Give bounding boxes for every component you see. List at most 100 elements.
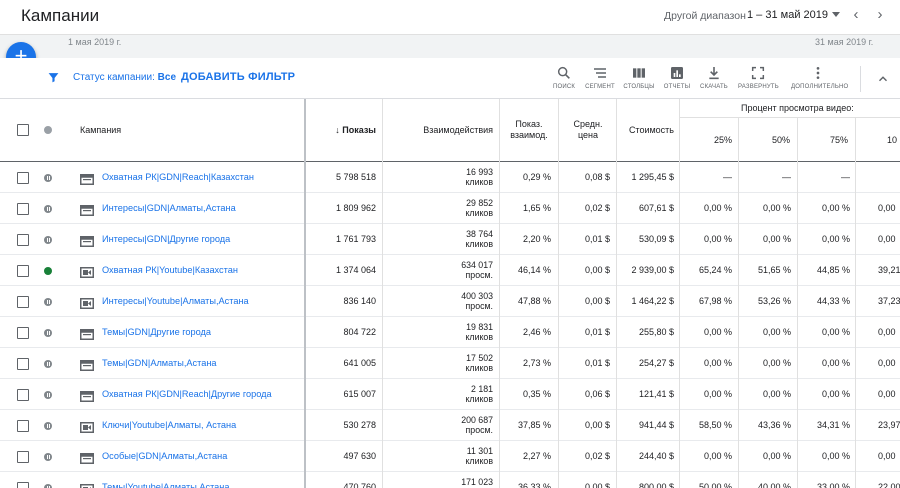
search-tool-button[interactable]: ПОИСК: [544, 65, 584, 90]
download-tool-button[interactable]: СКАЧАТЬ: [694, 65, 734, 90]
column-divider: [738, 224, 739, 255]
columns-tool-button[interactable]: СТОЛБЦЫ: [619, 65, 659, 90]
table-row[interactable]: Интересы|GDN|Алматы,Астана 1 809 962 29 85…: [0, 193, 900, 224]
display-campaign-icon: [80, 327, 94, 340]
video-25-cell: 0,00 %: [703, 203, 732, 213]
row-checkbox[interactable]: [17, 172, 29, 184]
chevron-up-icon[interactable]: [876, 72, 890, 86]
column-video-75[interactable]: 75%: [800, 135, 848, 145]
interaction-rate-cell: 2,27 %: [522, 451, 551, 461]
more-tool-button[interactable]: ДОПОЛНИТЕЛЬНО: [791, 65, 848, 90]
interaction-rate-cell: 2,20 %: [522, 234, 551, 244]
interactions-cell: 19 831 кликов: [400, 322, 493, 342]
avg-cost-cell: 0,00 $: [584, 296, 610, 306]
video-75-cell: 0,00 %: [821, 389, 850, 399]
video-25-cell: 0,00 %: [703, 234, 732, 244]
date-range-dropdown-icon[interactable]: [832, 12, 840, 17]
video-50-cell: 0,00 %: [762, 234, 791, 244]
column-divider: [738, 441, 739, 472]
interactions-unit: просм.: [465, 425, 493, 435]
date-range-label: Другой диапазон: [664, 10, 746, 22]
table-row[interactable]: Особые|GDN|Алматы,Астана 497 630 11 301 кли…: [0, 441, 900, 472]
chevron-left-icon[interactable]: ‹: [848, 6, 864, 24]
table-row[interactable]: Темы|GDN|Другие города 804 722 19 831 клико…: [0, 317, 900, 348]
column-cost[interactable]: Стоимость: [618, 125, 674, 135]
table-row[interactable]: Охватная РК|GDN|Reach|Казахстан 5 798 518…: [0, 162, 900, 193]
row-checkbox[interactable]: [17, 420, 29, 432]
column-divider: [382, 99, 383, 163]
column-divider: [616, 99, 617, 163]
reports-tool-button[interactable]: ОТЧЕТЫ: [657, 65, 697, 90]
status-paused-icon[interactable]: [44, 360, 52, 368]
row-checkbox[interactable]: [17, 389, 29, 401]
video-75-cell: 44,85 %: [816, 265, 850, 275]
avg-cost-cell: 0,00 $: [584, 265, 610, 275]
column-interaction-rate[interactable]: Показ. взаимод.: [503, 119, 555, 141]
row-checkbox[interactable]: [17, 358, 29, 370]
column-divider: [855, 441, 856, 472]
campaign-name-link[interactable]: Охватная РК|GDN|Reach|Казахстан: [102, 172, 254, 182]
table-row[interactable]: Темы|Youtube|Алматы,Астана 470 760 171 023…: [0, 472, 900, 488]
segment-tool-button[interactable]: СЕГМЕНТ: [580, 65, 620, 90]
status-paused-icon[interactable]: [44, 174, 52, 182]
row-checkbox[interactable]: [17, 265, 29, 277]
table-row[interactable]: Охватная РК|GDN|Reach|Другие города 615 0…: [0, 379, 900, 410]
campaign-name-link[interactable]: Темы|GDN|Другие города: [102, 327, 211, 337]
campaign-name-link[interactable]: Охватная РК|Youtube|Казахстан: [102, 265, 238, 275]
status-paused-icon[interactable]: [44, 391, 52, 399]
status-paused-icon[interactable]: [44, 329, 52, 337]
status-paused-icon[interactable]: [44, 453, 52, 461]
column-video-25[interactable]: 25%: [684, 135, 732, 145]
status-paused-icon[interactable]: [44, 236, 52, 244]
avg-cost-cell: 0,00 $: [584, 482, 610, 488]
campaign-name-link[interactable]: Интересы|Youtube|Алматы,Астана: [102, 296, 249, 306]
video-75-cell: 0,00 %: [821, 327, 850, 337]
fullscreen-tool-button[interactable]: РАЗВЕРНУТЬ: [738, 65, 779, 90]
table-row[interactable]: Темы|GDN|Алматы,Астана 641 005 17 502 клико…: [0, 348, 900, 379]
campaign-status-filter[interactable]: Статус кампании: Все: [73, 72, 176, 83]
table-row[interactable]: Интересы|GDN|Другие города 1 761 793 38 76…: [0, 224, 900, 255]
campaign-name-link[interactable]: Особые|GDN|Алматы,Астана: [102, 451, 227, 461]
column-interactions[interactable]: Взаимодействия: [385, 125, 493, 135]
column-avg-cost[interactable]: Средн. цена: [566, 119, 610, 141]
campaign-name-link[interactable]: Ключи|Youtube|Алматы, Астана: [102, 420, 236, 430]
row-checkbox[interactable]: [17, 451, 29, 463]
row-checkbox[interactable]: [17, 482, 29, 488]
column-divider: [616, 441, 617, 472]
column-impressions[interactable]: ↓ Показы: [300, 125, 376, 135]
column-divider: [382, 193, 383, 224]
status-paused-icon[interactable]: [44, 484, 52, 488]
status-paused-icon[interactable]: [44, 298, 52, 306]
column-video-100[interactable]: 10: [887, 135, 897, 145]
date-range-value[interactable]: 1 – 31 май 2019: [747, 9, 828, 21]
row-checkbox[interactable]: [17, 296, 29, 308]
campaign-name-link[interactable]: Интересы|GDN|Другие города: [102, 234, 230, 244]
video-50-cell: 40,00 %: [757, 482, 791, 488]
avg-cost-cell: 0,08 $: [584, 172, 610, 182]
column-divider: [616, 348, 617, 379]
campaign-name-link[interactable]: Темы|GDN|Алматы,Астана: [102, 358, 217, 368]
row-checkbox[interactable]: [17, 203, 29, 215]
campaign-name-link[interactable]: Темы|Youtube|Алматы,Астана: [102, 482, 229, 488]
filter-icon[interactable]: [47, 71, 60, 84]
status-paused-icon[interactable]: [44, 422, 52, 430]
row-checkbox[interactable]: [17, 234, 29, 246]
select-all-checkbox[interactable]: [17, 124, 29, 136]
row-checkbox[interactable]: [17, 327, 29, 339]
table-row[interactable]: Охватная РК|Youtube|Казахстан 1 374 064 63…: [0, 255, 900, 286]
status-enabled-icon[interactable]: [44, 267, 52, 275]
status-paused-icon[interactable]: [44, 205, 52, 213]
interaction-rate-cell: 37,85 %: [517, 420, 551, 430]
table-row[interactable]: Ключи|Youtube|Алматы, Астана 530 278 200 6…: [0, 410, 900, 441]
table-row[interactable]: Интересы|Youtube|Алматы,Астана 836 140 400…: [0, 286, 900, 317]
video-25-cell: 67,98 %: [698, 296, 732, 306]
column-video-50[interactable]: 50%: [742, 135, 790, 145]
column-campaign[interactable]: Кампания: [80, 125, 121, 135]
add-filter-button[interactable]: ДОБАВИТЬ ФИЛЬТР: [181, 71, 295, 83]
campaign-name-link[interactable]: Интересы|GDN|Алматы,Астана: [102, 203, 236, 213]
column-divider: [558, 379, 559, 410]
campaign-name-link[interactable]: Охватная РК|GDN|Reach|Другие города: [102, 389, 272, 399]
chevron-right-icon[interactable]: ›: [872, 6, 888, 24]
interaction-rate-cell: 2,73 %: [522, 358, 551, 368]
column-divider: [679, 410, 680, 441]
